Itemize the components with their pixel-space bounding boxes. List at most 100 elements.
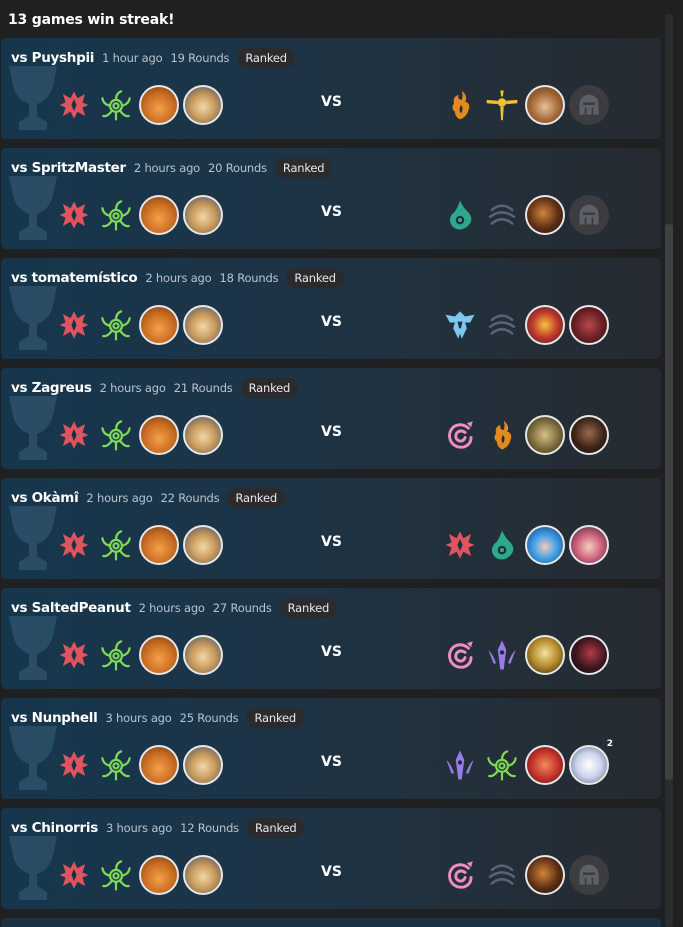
opponent-name[interactable]: vs tomatemístico: [11, 270, 138, 286]
crimson-emblem-icon[interactable]: [55, 526, 93, 564]
unit-avatar-wrapper: [183, 415, 223, 455]
avatar-blond-portrait[interactable]: [183, 525, 223, 565]
match-card[interactable]: vs SaltedPeanut 2 hours ago 27 Rounds Ra…: [1, 588, 661, 689]
avatar-orange-portrait[interactable]: [139, 305, 179, 345]
unit-avatar-wrapper: [139, 195, 179, 235]
avatar-brown-hair-portrait[interactable]: [525, 85, 565, 125]
trophy-watermark-icon: [9, 836, 57, 900]
unit-avatar-wrapper: [183, 85, 223, 125]
opponent-name[interactable]: vs Okàmî: [11, 490, 79, 506]
opponent-name[interactable]: vs SaltedPeanut: [11, 600, 131, 616]
unit-avatar-wrapper: [183, 855, 223, 895]
crimson-emblem-icon[interactable]: [55, 416, 93, 454]
flame-emblem-orange-icon[interactable]: [441, 86, 479, 124]
unit-avatar-wrapper: [139, 635, 179, 675]
unit-avatar-wrapper: [183, 195, 223, 235]
avatar-dark-hood-portrait[interactable]: [569, 415, 609, 455]
teal-drop-emblem-icon[interactable]: [441, 196, 479, 234]
gray-swirl-emblem-icon[interactable]: [483, 196, 521, 234]
avatar-blond-portrait[interactable]: [183, 745, 223, 785]
match-card[interactable]: vs Okàmî 2 hours ago 22 Rounds Ranked VS: [1, 478, 661, 579]
avatar-blond-portrait[interactable]: [183, 415, 223, 455]
vine-emblem-icon[interactable]: [97, 856, 135, 894]
match-header: vs Zagreus 2 hours ago 21 Rounds Ranked: [11, 377, 299, 399]
violet-shard-emblem-icon[interactable]: [483, 636, 521, 674]
avatar-red-mask-portrait[interactable]: [525, 305, 565, 345]
pink-spiral-emblem-icon[interactable]: [441, 856, 479, 894]
match-card[interactable]: vs Nunphell 3 hours ago 25 Rounds Ranked…: [1, 698, 661, 799]
vine-emblem-icon[interactable]: [483, 746, 521, 784]
unit-avatar-wrapper: [525, 525, 565, 565]
vine-emblem-icon[interactable]: [97, 746, 135, 784]
avatar-blond-portrait[interactable]: [183, 85, 223, 125]
vine-emblem-icon[interactable]: [97, 636, 135, 674]
gray-swirl-emblem-icon[interactable]: [483, 306, 521, 344]
avatar-blond-portrait[interactable]: [183, 855, 223, 895]
avatar-dark-warrior-portrait[interactable]: [525, 855, 565, 895]
crimson-emblem-icon[interactable]: [55, 746, 93, 784]
unit-avatar-wrapper: [183, 745, 223, 785]
vine-emblem-icon[interactable]: [97, 196, 135, 234]
match-card[interactable]: vs Zagreus 2 hours ago 21 Rounds Ranked …: [1, 368, 661, 469]
gray-swirl-emblem-icon[interactable]: [483, 856, 521, 894]
opponent-name[interactable]: vs Chinorris: [11, 820, 98, 836]
unit-avatar-wrapper: [525, 635, 565, 675]
avatar-olive-brute-portrait[interactable]: [525, 415, 565, 455]
avatar-white-cat-portrait[interactable]: [569, 745, 609, 785]
violet-shard-emblem-icon[interactable]: [441, 746, 479, 784]
avatar-red-fur-portrait[interactable]: [525, 745, 565, 785]
opponent-name[interactable]: vs Nunphell: [11, 710, 98, 726]
vine-emblem-icon[interactable]: [97, 526, 135, 564]
opponent-name[interactable]: vs SpritzMaster: [11, 160, 126, 176]
crimson-emblem-icon[interactable]: [55, 636, 93, 674]
ice-crest-emblem-icon[interactable]: [441, 306, 479, 344]
flame-emblem-orange-icon[interactable]: [483, 416, 521, 454]
match-card[interactable]: vs SpritzMaster 2 hours ago 20 Rounds Ra…: [1, 148, 661, 249]
avatar-blue-hair-portrait[interactable]: [525, 525, 565, 565]
crimson-emblem-icon[interactable]: [55, 306, 93, 344]
unit-avatar-wrapper: [139, 415, 179, 455]
unit-avatar-wrapper: [183, 525, 223, 565]
next-match-card-partial[interactable]: [1, 918, 661, 927]
avatar-shadow-red-portrait[interactable]: [569, 635, 609, 675]
avatar-orange-portrait[interactable]: [139, 85, 179, 125]
match-time: 3 hours ago: [105, 711, 172, 725]
unit-avatar-wrapper: [525, 305, 565, 345]
opponent-name[interactable]: vs Zagreus: [11, 380, 92, 396]
unit-avatar-wrapper: [525, 855, 565, 895]
unit-avatar-wrapper: [569, 525, 609, 565]
avatar-dark-warrior-portrait[interactable]: [525, 195, 565, 235]
match-card[interactable]: vs tomatemístico 2 hours ago 18 Rounds R…: [1, 258, 661, 359]
vine-emblem-icon[interactable]: [97, 86, 135, 124]
crimson-emblem-icon[interactable]: [55, 86, 93, 124]
avatar-pink-hair-portrait[interactable]: [569, 525, 609, 565]
scrollbar-thumb[interactable]: [665, 224, 673, 780]
crimson-emblem-icon[interactable]: [55, 196, 93, 234]
unit-avatar-wrapper: [525, 195, 565, 235]
vine-emblem-icon[interactable]: [97, 416, 135, 454]
avatar-orange-portrait[interactable]: [139, 855, 179, 895]
avatar-orange-portrait[interactable]: [139, 525, 179, 565]
avatar-blond-portrait[interactable]: [183, 195, 223, 235]
avatar-orange-portrait[interactable]: [139, 195, 179, 235]
avatar-orange-portrait[interactable]: [139, 745, 179, 785]
teal-drop-emblem-icon[interactable]: [483, 526, 521, 564]
crimson-emblem-icon[interactable]: [441, 526, 479, 564]
opponent-comp: [441, 855, 609, 895]
vine-emblem-icon[interactable]: [97, 306, 135, 344]
trophy-watermark-icon: [9, 616, 57, 680]
avatar-blond-portrait[interactable]: [183, 305, 223, 345]
match-card[interactable]: vs Puyshpii 1 hour ago 19 Rounds Ranked …: [1, 38, 661, 139]
avatar-blond-portrait[interactable]: [183, 635, 223, 675]
avatar-gold-armor-portrait[interactable]: [525, 635, 565, 675]
pink-spiral-emblem-icon[interactable]: [441, 416, 479, 454]
pink-spiral-emblem-icon[interactable]: [441, 636, 479, 674]
avatar-orange-portrait[interactable]: [139, 635, 179, 675]
match-card[interactable]: vs Chinorris 3 hours ago 12 Rounds Ranke…: [1, 808, 661, 909]
avatar-crimson-beast-portrait[interactable]: [569, 305, 609, 345]
avatar-orange-portrait[interactable]: [139, 415, 179, 455]
match-header: vs Chinorris 3 hours ago 12 Rounds Ranke…: [11, 817, 305, 839]
crimson-emblem-icon[interactable]: [55, 856, 93, 894]
sun-emblem-gold-icon[interactable]: [483, 86, 521, 124]
opponent-name[interactable]: vs Puyshpii: [11, 50, 94, 66]
